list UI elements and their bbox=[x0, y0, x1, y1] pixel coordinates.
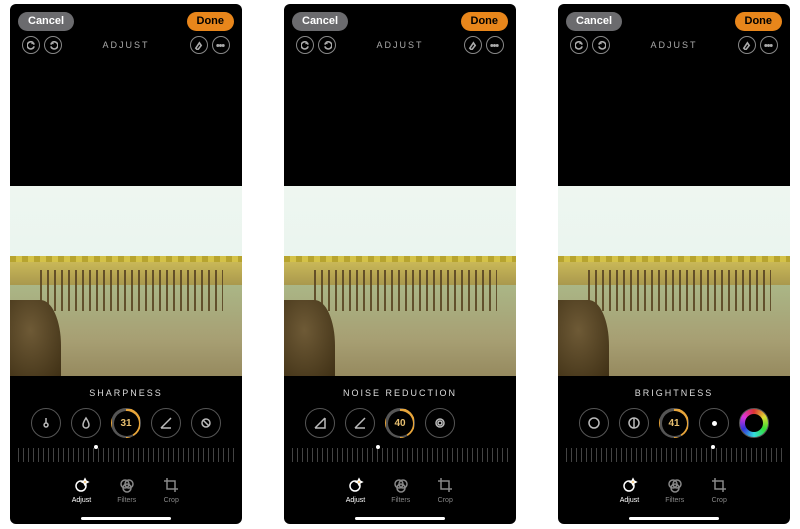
cancel-button[interactable]: Cancel bbox=[292, 12, 348, 31]
sub-bar: ADJUST bbox=[558, 32, 790, 58]
undo-icon[interactable] bbox=[296, 36, 314, 54]
dial-blackpoint-icon[interactable] bbox=[699, 408, 729, 438]
dot-icon bbox=[712, 421, 717, 426]
more-icon[interactable] bbox=[212, 36, 230, 54]
slider-pointer[interactable] bbox=[94, 445, 98, 449]
photo-preview[interactable] bbox=[284, 186, 516, 376]
slider-pointer[interactable] bbox=[376, 445, 380, 449]
editor-screen-sharpness: Cancel Done ADJUST SHARPNESS 31 bbox=[10, 4, 242, 524]
dial-brightness-value[interactable]: 41 bbox=[659, 408, 689, 438]
done-button[interactable]: Done bbox=[187, 12, 235, 31]
current-tool-label: NOISE REDUCTION bbox=[284, 388, 516, 398]
undo-icon[interactable] bbox=[570, 36, 588, 54]
tab-filters[interactable]: Filters bbox=[117, 476, 136, 504]
cancel-button[interactable]: Cancel bbox=[18, 12, 74, 31]
mode-label: ADJUST bbox=[376, 40, 423, 50]
tab-crop[interactable]: Crop bbox=[710, 476, 728, 504]
dial-definition-icon[interactable] bbox=[345, 408, 375, 438]
dial-contrast-icon[interactable] bbox=[579, 408, 609, 438]
tab-filters[interactable]: Filters bbox=[391, 476, 410, 504]
more-icon[interactable] bbox=[760, 36, 778, 54]
dial-definition-icon[interactable] bbox=[151, 408, 181, 438]
dial-noise-reduction-value[interactable]: 40 bbox=[385, 408, 415, 438]
value-slider[interactable] bbox=[566, 448, 782, 462]
cancel-button[interactable]: Cancel bbox=[566, 12, 622, 31]
bottom-tabs: Adjust Filters Crop bbox=[558, 476, 790, 504]
editor-screen-brightness: Cancel Done ADJUST BRIGHTNESS 41 bbox=[558, 4, 790, 524]
top-bar: Cancel Done bbox=[558, 4, 790, 32]
bottom-tabs: Adjust Filters Crop bbox=[284, 476, 516, 504]
slider-pointer[interactable] bbox=[711, 445, 715, 449]
tab-adjust[interactable]: Adjust bbox=[620, 476, 639, 504]
dial-sharpness-icon[interactable] bbox=[305, 408, 335, 438]
top-bar: Cancel Done bbox=[10, 4, 242, 32]
top-bar: Cancel Done bbox=[284, 4, 516, 32]
redo-icon[interactable] bbox=[318, 36, 336, 54]
dial-saturation-icon[interactable] bbox=[739, 408, 769, 438]
markup-icon[interactable] bbox=[190, 36, 208, 54]
dial-noise-icon[interactable] bbox=[191, 408, 221, 438]
current-tool-label: BRIGHTNESS bbox=[558, 388, 790, 398]
home-indicator[interactable] bbox=[81, 517, 171, 521]
done-button[interactable]: Done bbox=[735, 12, 783, 31]
current-tool-label: SHARPNESS bbox=[10, 388, 242, 398]
editor-screen-noise-reduction: Cancel Done ADJUST NOISE REDUCTION 40 bbox=[284, 4, 516, 524]
redo-icon[interactable] bbox=[592, 36, 610, 54]
tab-adjust[interactable]: Adjust bbox=[346, 476, 365, 504]
dial-sharpness-value[interactable]: 31 bbox=[111, 408, 141, 438]
dial-warmth-icon[interactable] bbox=[31, 408, 61, 438]
photo-preview[interactable] bbox=[558, 186, 790, 376]
tab-crop[interactable]: Crop bbox=[436, 476, 454, 504]
dial-tint-icon[interactable] bbox=[71, 408, 101, 438]
mode-label: ADJUST bbox=[102, 40, 149, 50]
tab-filters[interactable]: Filters bbox=[665, 476, 684, 504]
tab-crop[interactable]: Crop bbox=[162, 476, 180, 504]
tab-adjust[interactable]: Adjust bbox=[72, 476, 91, 504]
value-slider[interactable] bbox=[292, 448, 508, 462]
value-slider[interactable] bbox=[18, 448, 234, 462]
dial-exposure-icon[interactable] bbox=[619, 408, 649, 438]
home-indicator[interactable] bbox=[355, 517, 445, 521]
adjustment-dials: 40 bbox=[284, 408, 516, 438]
redo-icon[interactable] bbox=[44, 36, 62, 54]
sub-bar: ADJUST bbox=[284, 32, 516, 58]
photo-preview[interactable] bbox=[10, 186, 242, 376]
markup-icon[interactable] bbox=[464, 36, 482, 54]
undo-icon[interactable] bbox=[22, 36, 40, 54]
bottom-tabs: Adjust Filters Crop bbox=[10, 476, 242, 504]
more-icon[interactable] bbox=[486, 36, 504, 54]
done-button[interactable]: Done bbox=[461, 12, 509, 31]
sub-bar: ADJUST bbox=[10, 32, 242, 58]
adjustment-dials: 31 bbox=[10, 408, 242, 438]
mode-label: ADJUST bbox=[650, 40, 697, 50]
markup-icon[interactable] bbox=[738, 36, 756, 54]
dial-vignette-icon[interactable] bbox=[425, 408, 455, 438]
home-indicator[interactable] bbox=[629, 517, 719, 521]
adjustment-dials: 41 bbox=[558, 408, 790, 438]
